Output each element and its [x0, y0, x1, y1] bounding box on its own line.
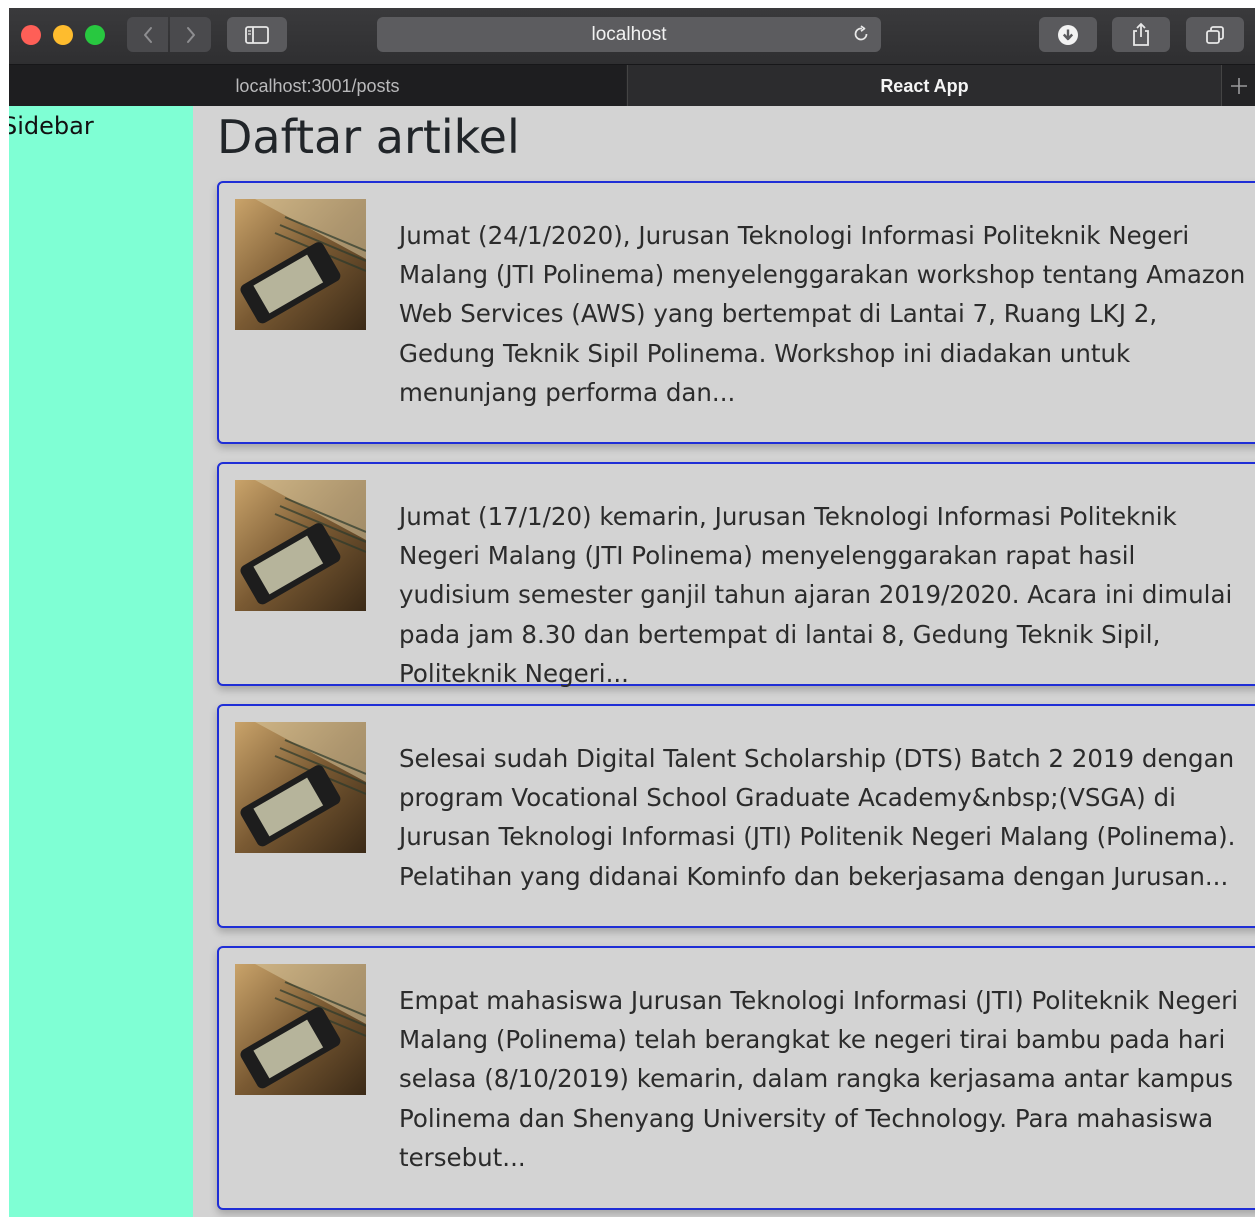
minimize-window-button[interactable]	[53, 25, 73, 45]
post-thumbnail	[235, 722, 366, 853]
address-text: localhost	[591, 24, 667, 45]
forward-button[interactable]	[170, 17, 211, 52]
new-tab-button[interactable]	[1221, 65, 1255, 107]
reload-icon[interactable]	[851, 24, 871, 44]
post-excerpt: Jumat (17/1/20) kemarin, Jurusan Teknolo…	[399, 502, 1233, 688]
history-nav-group	[127, 17, 211, 52]
post-excerpt: Empat mahasiswa Jurusan Teknologi Inform…	[399, 986, 1239, 1172]
back-button[interactable]	[127, 17, 168, 52]
post-card[interactable]: Jumat (24/1/2020), Jurusan Teknologi Inf…	[217, 181, 1255, 444]
page-content: Sidebar Daftar artikel Jumat (24/1/2020)…	[9, 106, 1255, 1217]
new-tab-icon	[1231, 78, 1247, 94]
forward-icon	[186, 26, 195, 43]
post-thumbnail-phone-keyboard	[235, 480, 366, 611]
browser-window: localhost localhost:3001/posts React App…	[9, 8, 1255, 1217]
post-thumbnail	[235, 480, 366, 611]
address-bar[interactable]: localhost	[377, 17, 881, 52]
post-card[interactable]: Jumat (17/1/20) kemarin, Jurusan Teknolo…	[217, 462, 1255, 688]
post-excerpt: Selesai sudah Digital Talent Scholarship…	[399, 744, 1236, 891]
main-content: Daftar artikel Jumat (24/1/2020), Jurusa…	[193, 106, 1255, 1217]
downloads-button[interactable]	[1039, 17, 1097, 52]
tab-react-app[interactable]: React App	[627, 65, 1221, 107]
page-title: Daftar artikel	[217, 110, 520, 164]
download-icon	[1058, 24, 1078, 45]
post-thumbnail	[235, 964, 366, 1095]
share-button[interactable]	[1112, 17, 1170, 52]
tab-bar: localhost:3001/posts React App	[9, 64, 1255, 107]
post-card[interactable]: Empat mahasiswa Jurusan Teknologi Inform…	[217, 946, 1255, 1210]
close-window-button[interactable]	[21, 25, 41, 45]
sidebar-toggle-icon	[245, 25, 269, 44]
tabs-overview-icon	[1206, 25, 1224, 44]
post-excerpt: Jumat (24/1/2020), Jurusan Teknologi Inf…	[399, 221, 1246, 407]
sidebar: Sidebar	[9, 106, 193, 1217]
tab-overview-button[interactable]	[1186, 17, 1244, 52]
post-thumbnail	[235, 199, 366, 330]
post-thumbnail-phone-keyboard	[235, 199, 366, 330]
zoom-window-button[interactable]	[85, 25, 105, 45]
sidebar-label: Sidebar	[9, 112, 94, 140]
back-icon	[143, 26, 152, 43]
tab-localhost-posts[interactable]: localhost:3001/posts	[9, 65, 626, 107]
post-thumbnail-phone-keyboard	[235, 964, 366, 1095]
share-icon	[1133, 22, 1149, 46]
post-thumbnail-phone-keyboard	[235, 722, 366, 853]
sidebar-toggle-button[interactable]	[227, 17, 287, 52]
browser-toolbar: localhost	[9, 8, 1255, 64]
post-card[interactable]: Selesai sudah Digital Talent Scholarship…	[217, 704, 1255, 928]
